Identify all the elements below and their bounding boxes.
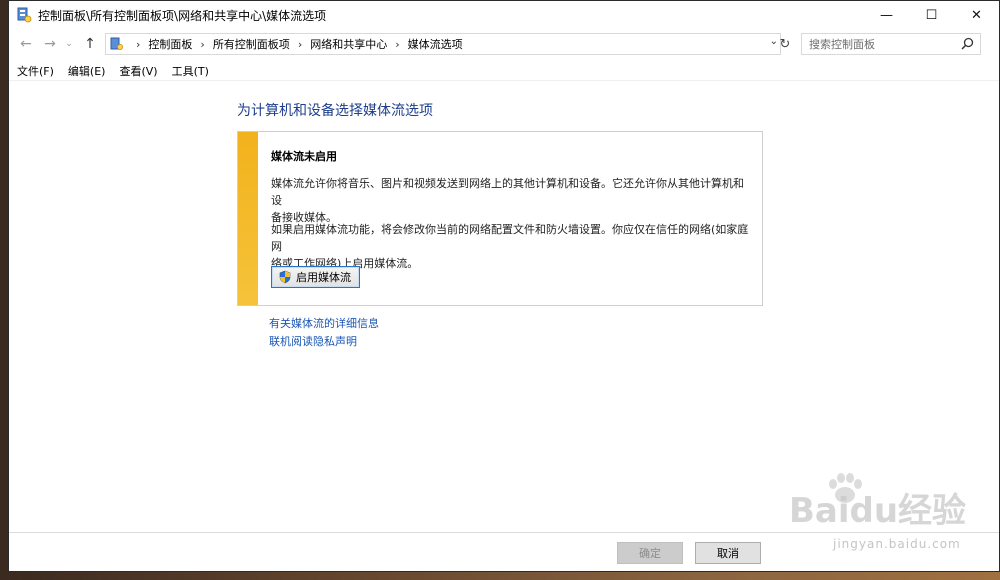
recent-chevron-down-icon[interactable]: ⌄	[63, 34, 75, 54]
control-panel-small-icon	[110, 37, 124, 51]
info-paragraph-2: 如果启用媒体流功能，将会修改你当前的网络配置文件和防火墙设置。你应仅在信任的网络…	[271, 221, 751, 272]
forward-arrow-icon[interactable]: →	[41, 34, 59, 54]
breadcrumb-network-center[interactable]: 网络和共享中心	[310, 36, 387, 52]
watermark-brand: Baidu经验	[789, 491, 967, 531]
control-panel-window: 控制面板\所有控制面板项\网络和共享中心\媒体流选项 — ☐ ✕ ← → ⌄ ↑…	[8, 0, 1000, 572]
baidu-watermark: Baidu经验 jingyan.baidu.com	[769, 471, 999, 561]
menu-edit[interactable]: 编辑(E)	[68, 63, 106, 79]
menu-tools[interactable]: 工具(T)	[172, 63, 209, 79]
enable-media-streaming-button[interactable]: 启用媒体流	[271, 266, 360, 288]
media-streaming-info-panel: 媒体流未启用 媒体流允许你将音乐、图片和视频发送到网络上的其他计算机和设备。它还…	[237, 131, 763, 306]
uac-shield-icon	[278, 270, 292, 284]
search-icon[interactable]	[961, 37, 974, 53]
chevron-right-icon: ›	[136, 37, 141, 51]
address-row: ← → ⌄ ↑ › 控制面板 › 所有控制面板项 › 网络和共享中心 › 媒体流…	[9, 31, 999, 57]
ok-button[interactable]: 确定	[617, 542, 683, 564]
paw-icon	[829, 473, 862, 503]
info-title: 媒体流未启用	[271, 150, 337, 163]
menu-file[interactable]: 文件(F)	[17, 63, 54, 79]
breadcrumb-all-items[interactable]: 所有控制面板项	[213, 36, 290, 52]
close-button[interactable]: ✕	[954, 1, 999, 29]
breadcrumb-control-panel[interactable]: 控制面板	[148, 36, 192, 52]
chevron-right-icon: ›	[395, 37, 400, 51]
chevron-right-icon: ›	[200, 37, 205, 51]
breadcrumb-media-streaming[interactable]: 媒体流选项	[408, 36, 463, 52]
search-placeholder: 搜索控制面板	[809, 38, 875, 51]
info-paragraph-1-line-1: 媒体流允许你将音乐、图片和视频发送到网络上的其他计算机和设备。它还允许你从其他计…	[271, 177, 744, 207]
cancel-button[interactable]: 取消	[695, 542, 761, 564]
watermark-url: jingyan.baidu.com	[833, 537, 961, 551]
minimize-button[interactable]: —	[864, 1, 909, 29]
info-paragraph-1: 媒体流允许你将音乐、图片和视频发送到网络上的其他计算机和设备。它还允许你从其他计…	[271, 175, 751, 226]
warning-accent-bar	[238, 132, 258, 305]
control-panel-icon	[16, 7, 32, 23]
privacy-statement-link[interactable]: 联机阅读隐私声明	[269, 333, 357, 349]
back-arrow-icon[interactable]: ←	[17, 34, 35, 54]
menu-view[interactable]: 查看(V)	[119, 63, 157, 79]
refresh-icon[interactable]: ↻	[775, 34, 795, 54]
maximize-button[interactable]: ☐	[909, 1, 954, 29]
window-title: 控制面板\所有控制面板项\网络和共享中心\媒体流选项	[38, 8, 327, 23]
address-bar[interactable]: › 控制面板 › 所有控制面板项 › 网络和共享中心 › 媒体流选项 ⌄	[105, 33, 781, 55]
title-bar: 控制面板\所有控制面板项\网络和共享中心\媒体流选项 — ☐ ✕	[9, 1, 999, 29]
search-input[interactable]: 搜索控制面板	[801, 33, 981, 55]
window-controls: — ☐ ✕	[864, 1, 999, 29]
footer-divider	[9, 532, 999, 533]
chevron-right-icon: ›	[297, 37, 303, 51]
enable-button-label: 启用媒体流	[296, 271, 351, 284]
up-arrow-icon[interactable]: ↑	[81, 34, 99, 54]
menu-bar: 文件(F) 编辑(E) 查看(V) 工具(T)	[9, 61, 999, 81]
info-paragraph-2-line-1: 如果启用媒体流功能，将会修改你当前的网络配置文件和防火墙设置。你应仅在信任的网络…	[271, 223, 749, 253]
media-streaming-details-link[interactable]: 有关媒体流的详细信息	[269, 315, 379, 331]
page-title: 为计算机和设备选择媒体流选项	[237, 103, 433, 119]
